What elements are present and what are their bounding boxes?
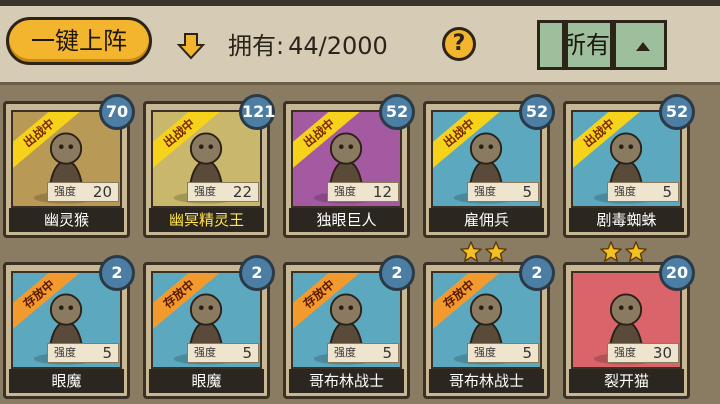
power-value: 5 — [522, 344, 532, 362]
hero-name: 眼魔 — [9, 369, 124, 393]
power-label: 强度 5 — [187, 343, 259, 363]
filter-label: 所有 — [562, 31, 610, 59]
star-icon — [459, 240, 483, 263]
power-label-text: 强度 — [194, 185, 216, 198]
power-label: 强度 22 — [187, 182, 259, 202]
power-label-text: 强度 — [334, 346, 356, 359]
power-label-text: 强度 — [54, 346, 76, 359]
level-badge: 52 — [379, 94, 415, 130]
level-badge: 121 — [239, 94, 275, 130]
top-strip — [0, 0, 720, 6]
hero-card[interactable]: 出战中 强度 5 52 剧毒蜘蛛 — [563, 94, 695, 238]
hero-card[interactable]: 出战中 强度 12 52 独眼巨人 — [283, 94, 415, 238]
hero-name: 幽冥精灵王 — [149, 208, 264, 232]
arrow-down-icon[interactable] — [176, 31, 206, 61]
hero-name: 裂开猫 — [569, 369, 684, 393]
level-badge: 2 — [239, 255, 275, 291]
power-label-text: 强度 — [334, 185, 356, 198]
hero-card[interactable]: 强度 30 20 裂开猫 — [563, 255, 695, 399]
caret-up-icon — [636, 42, 650, 51]
star-icon — [599, 240, 623, 263]
power-label-text: 强度 — [614, 185, 636, 198]
hero-name: 幽灵猴 — [9, 208, 124, 232]
power-value: 20 — [92, 183, 112, 201]
top-bar: 一键上阵 拥有: 44/2000 ? 所有 — [0, 0, 720, 85]
power-label: 强度 5 — [467, 182, 539, 202]
level-badge: 52 — [519, 94, 555, 130]
level-badge: 52 — [659, 94, 695, 130]
filter-dropdown[interactable]: 所有 — [537, 20, 667, 70]
hero-card[interactable]: 存放中 强度 5 2 哥布林战士 — [423, 255, 555, 399]
power-label-text: 强度 — [194, 346, 216, 359]
hero-name: 哥布林战士 — [429, 369, 544, 393]
owned-value: 44/2000 — [288, 32, 388, 60]
power-label: 强度 30 — [607, 343, 679, 363]
level-badge: 2 — [379, 255, 415, 291]
power-label-text: 强度 — [474, 346, 496, 359]
power-value: 5 — [242, 344, 252, 362]
power-label-text: 强度 — [474, 185, 496, 198]
level-badge: 2 — [519, 255, 555, 291]
hero-card[interactable]: 存放中 强度 5 2 眼魔 — [3, 255, 135, 399]
hero-name: 眼魔 — [149, 369, 264, 393]
power-value: 5 — [522, 183, 532, 201]
power-label: 强度 20 — [47, 182, 119, 202]
hero-card[interactable]: 存放中 强度 5 2 眼魔 — [143, 255, 275, 399]
hero-card[interactable]: 出战中 强度 22 121 幽冥精灵王 — [143, 94, 275, 238]
level-badge: 70 — [99, 94, 135, 130]
power-label: 强度 5 — [47, 343, 119, 363]
star-icon — [484, 240, 508, 263]
power-value: 22 — [232, 183, 252, 201]
hero-name: 独眼巨人 — [289, 208, 404, 232]
star-icon — [624, 240, 648, 263]
power-value: 5 — [382, 344, 392, 362]
power-value: 5 — [102, 344, 112, 362]
level-badge: 20 — [659, 255, 695, 291]
power-value: 5 — [662, 183, 672, 201]
power-label: 强度 12 — [327, 182, 399, 202]
hero-name: 哥布林战士 — [289, 369, 404, 393]
hero-card[interactable]: 存放中 强度 5 2 哥布林战士 — [283, 255, 415, 399]
owned-label: 拥有: — [228, 32, 285, 60]
power-label-text: 强度 — [54, 185, 76, 198]
hero-name: 剧毒蜘蛛 — [569, 208, 684, 232]
power-label-text: 强度 — [614, 346, 636, 359]
hero-card[interactable]: 出战中 强度 20 70 幽灵猴 — [3, 94, 135, 238]
help-icon[interactable]: ? — [442, 27, 476, 61]
level-badge: 2 — [99, 255, 135, 291]
power-label: 强度 5 — [327, 343, 399, 363]
power-value: 12 — [372, 183, 392, 201]
hero-name: 雇佣兵 — [429, 208, 544, 232]
hero-card[interactable]: 出战中 强度 5 52 雇佣兵 — [423, 94, 555, 238]
hero-grid: 出战中 强度 20 70 幽灵猴 出战中 强度 22 121 幽冥精灵王 出战中 强度 12 52 独眼巨人… — [0, 90, 720, 404]
owned-count: 拥有: 44/2000 — [228, 26, 388, 61]
power-label: 强度 5 — [467, 343, 539, 363]
power-label: 强度 5 — [607, 182, 679, 202]
auto-deploy-button[interactable]: 一键上阵 — [6, 17, 152, 65]
power-value: 30 — [652, 344, 672, 362]
